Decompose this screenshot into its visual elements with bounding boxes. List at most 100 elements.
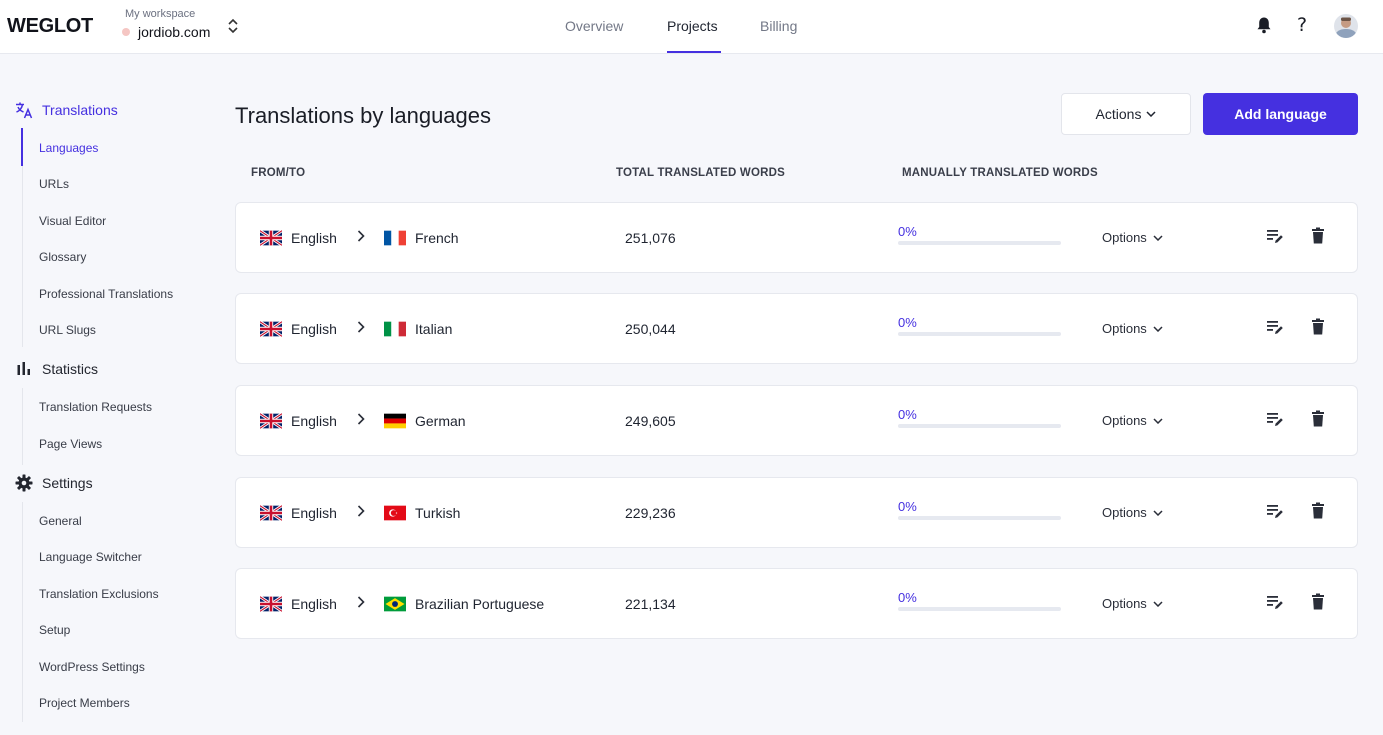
sidebar-section-label: Translations: [42, 102, 118, 118]
workspace-label: My workspace: [125, 8, 196, 20]
chevron-right-icon: [357, 413, 365, 425]
trash-icon[interactable]: [1311, 227, 1325, 244]
fr-flag-icon: [384, 230, 406, 246]
row-options-label: Options: [1102, 505, 1147, 520]
sidebar-item-language-switcher[interactable]: Language Switcher: [39, 550, 142, 564]
sidebar-item-urls[interactable]: URLs: [39, 177, 69, 191]
workspace-status-dot: [122, 28, 130, 36]
edit-list-icon[interactable]: [1266, 411, 1284, 427]
row-options-button[interactable]: Options: [1102, 321, 1163, 336]
sidebar-divider: [22, 388, 23, 465]
sidebar-item-translation-exclusions[interactable]: Translation Exclusions: [39, 587, 159, 601]
sidebar: Translations Languages URLs Visual Edito…: [0, 54, 215, 735]
active-tab-indicator: [667, 51, 721, 53]
chevron-right-icon: [357, 321, 365, 333]
workspace-switch-icon[interactable]: [226, 17, 240, 35]
help-icon[interactable]: ?: [1297, 14, 1307, 36]
tab-projects[interactable]: Projects: [667, 18, 718, 34]
edit-list-icon[interactable]: [1266, 503, 1284, 519]
source-language: English: [291, 230, 337, 246]
total-translated-words: 249,605: [625, 413, 676, 429]
target-language: Turkish: [415, 505, 461, 521]
sidebar-divider: [22, 502, 23, 722]
chevron-down-icon: [1153, 417, 1163, 424]
language-row[interactable]: English Brazilian Portuguese 221,134 0% …: [235, 568, 1358, 639]
sidebar-item-languages[interactable]: Languages: [39, 141, 98, 155]
source-language: English: [291, 413, 337, 429]
trash-icon[interactable]: [1311, 502, 1325, 519]
bell-icon[interactable]: [1256, 16, 1272, 39]
manual-progress-bar: [898, 607, 1061, 611]
sidebar-section-translations[interactable]: Translations: [15, 100, 118, 120]
language-row[interactable]: English German 249,605 0% Options: [235, 385, 1358, 456]
trash-icon[interactable]: [1311, 410, 1325, 427]
row-options-label: Options: [1102, 596, 1147, 611]
trash-icon[interactable]: [1311, 318, 1325, 335]
row-options-label: Options: [1102, 321, 1147, 336]
it-flag-icon: [384, 321, 406, 337]
manual-progress-bar: [898, 424, 1061, 428]
sidebar-section-settings[interactable]: Settings: [15, 473, 93, 493]
top-bar: WEGLOT My workspace jordiob.com Overview…: [0, 0, 1383, 54]
actions-button-label: Actions: [1095, 106, 1142, 122]
manual-translated-percent: 0%: [898, 590, 917, 605]
total-translated-words: 250,044: [625, 321, 676, 337]
chevron-down-icon: [1153, 509, 1163, 516]
sidebar-section-label: Statistics: [42, 361, 99, 377]
manual-translated-percent: 0%: [898, 224, 917, 239]
uk-flag-icon: [260, 413, 282, 429]
sidebar-item-url-slugs[interactable]: URL Slugs: [39, 323, 96, 337]
tab-overview[interactable]: Overview: [565, 18, 623, 34]
translate-icon: [16, 102, 33, 119]
column-header-total: TOTAL TRANSLATED WORDS: [616, 167, 786, 179]
manual-translated-percent: 0%: [898, 499, 917, 514]
row-options-label: Options: [1102, 230, 1147, 245]
row-options-button[interactable]: Options: [1102, 413, 1163, 428]
workspace-name[interactable]: jordiob.com: [138, 24, 210, 40]
total-translated-words: 251,076: [625, 230, 676, 246]
sidebar-item-translation-requests[interactable]: Translation Requests: [39, 400, 152, 414]
br-flag-icon: [384, 596, 406, 612]
chevron-down-icon: [1153, 600, 1163, 607]
uk-flag-icon: [260, 596, 282, 612]
user-avatar[interactable]: [1334, 13, 1358, 44]
trash-icon[interactable]: [1311, 593, 1325, 610]
manual-translated-percent: 0%: [898, 407, 917, 422]
edit-list-icon[interactable]: [1266, 319, 1284, 335]
tr-flag-icon: [384, 505, 406, 521]
sidebar-item-setup[interactable]: Setup: [39, 623, 70, 637]
row-options-button[interactable]: Options: [1102, 230, 1163, 245]
sidebar-section-statistics[interactable]: Statistics: [15, 359, 98, 379]
manual-translated-percent: 0%: [898, 315, 917, 330]
sidebar-item-wordpress-settings[interactable]: WordPress Settings: [39, 660, 145, 674]
manual-progress-bar: [898, 241, 1061, 245]
row-options-button[interactable]: Options: [1102, 505, 1163, 520]
edit-list-icon[interactable]: [1266, 594, 1284, 610]
target-language: Italian: [415, 321, 453, 337]
language-row[interactable]: English Turkish 229,236 0% Options: [235, 477, 1358, 548]
language-row[interactable]: English Italian 250,044 0% Options: [235, 293, 1358, 364]
sidebar-item-glossary[interactable]: Glossary: [39, 250, 86, 264]
sidebar-section-label: Settings: [42, 475, 93, 491]
chevron-down-icon: [1146, 111, 1156, 117]
language-row[interactable]: English French 251,076 0% Options: [235, 202, 1358, 273]
column-header-manual: MANUALLY TRANSLATED WORDS: [902, 167, 1098, 179]
uk-flag-icon: [260, 321, 282, 337]
target-language: French: [415, 230, 459, 246]
manual-progress-bar: [898, 516, 1061, 520]
chevron-right-icon: [357, 230, 365, 242]
actions-button[interactable]: Actions: [1061, 93, 1191, 135]
weglot-logo[interactable]: WEGLOT: [7, 15, 93, 38]
sidebar-item-professional-translations[interactable]: Professional Translations: [39, 287, 173, 301]
tab-billing[interactable]: Billing: [760, 18, 797, 34]
sidebar-item-project-members[interactable]: Project Members: [39, 696, 130, 710]
row-options-button[interactable]: Options: [1102, 596, 1163, 611]
edit-list-icon[interactable]: [1266, 228, 1284, 244]
sidebar-item-general[interactable]: General: [39, 514, 82, 528]
sidebar-item-visual-editor[interactable]: Visual Editor: [39, 214, 106, 228]
add-language-button[interactable]: Add language: [1203, 93, 1358, 135]
target-language: German: [415, 413, 466, 429]
gear-icon: [15, 474, 33, 492]
sidebar-item-page-views[interactable]: Page Views: [39, 437, 102, 451]
uk-flag-icon: [260, 505, 282, 521]
